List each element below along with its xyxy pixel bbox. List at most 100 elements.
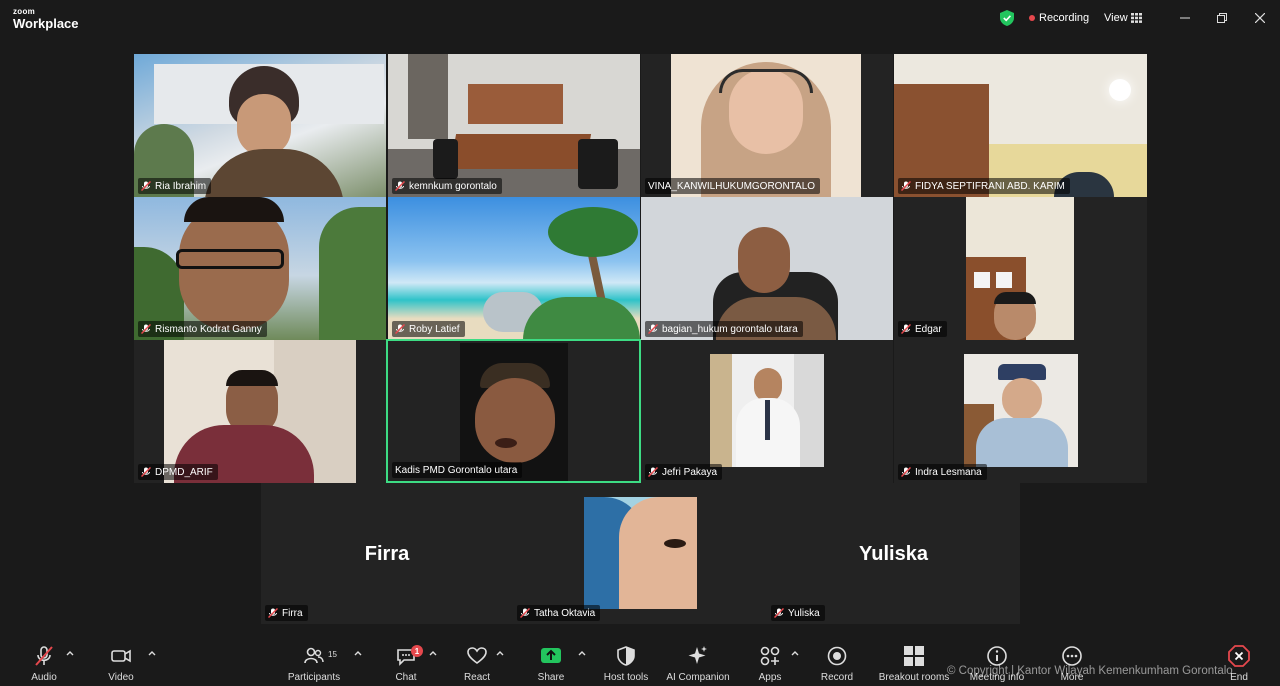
participant-name: Firra [282,607,303,619]
participant-name: Rismanto Kodrat Ganny [155,323,262,335]
audio-options-chevron-icon[interactable] [65,649,75,657]
breakout-rooms-label: Breakout rooms [878,672,950,683]
participant-nametag: DPMD_ARIF [138,464,218,480]
video-tile[interactable]: Tatha Oktavia [513,483,767,624]
video-feed [641,197,893,340]
video-tile[interactable]: bagian_hukum gorontalo utara [641,197,893,340]
minimize-button[interactable] [1176,9,1194,27]
close-icon [1255,13,1265,23]
muted-mic-icon [268,608,278,618]
participant-nametag: Indra Lesmana [898,464,987,480]
video-tile[interactable]: Jefri Pakaya [641,340,893,483]
more-button[interactable]: More [1054,637,1090,686]
video-feed [966,197,1074,340]
view-button[interactable]: View [1104,12,1128,24]
audio-button[interactable]: Audio [26,637,62,686]
muted-mic-icon [141,181,151,191]
muted-mic-icon [520,608,530,618]
share-options-chevron-icon[interactable] [577,649,587,657]
video-feed [671,54,861,197]
video-options-chevron-icon[interactable] [147,649,157,657]
participant-nametag: Rismanto Kodrat Ganny [138,321,267,337]
chat-label: Chat [395,672,417,683]
muted-mic-icon [395,324,405,334]
react-button[interactable]: React [459,637,495,686]
video-tile[interactable]: Rismanto Kodrat Ganny [134,197,386,340]
share-label: Share [537,672,565,683]
host-tools-label: Host tools [603,672,649,683]
muted-mic-icon [901,467,911,477]
apps-label: Apps [758,672,782,683]
participant-nametag: Yuliska [771,605,825,621]
audio-label: Audio [31,672,57,683]
muted-mic-icon [141,467,151,477]
participants-button[interactable]: Participants [284,637,344,686]
end-call-icon [1228,645,1250,667]
more-dots-icon [1062,646,1082,666]
record-button[interactable]: Record [819,637,855,686]
participants-options-chevron-icon[interactable] [353,649,363,657]
participant-name: Yuliska [788,607,820,619]
security-shield-icon[interactable] [1000,10,1014,26]
participants-label: Participants [287,672,341,683]
meeting-toolbar: Audio Video Participants Chat React Shar… [0,637,1280,686]
video-tile-active-speaker[interactable]: Kadis PMD Gorontalo utara [386,339,641,483]
breakout-rooms-button[interactable]: Breakout rooms [876,637,952,686]
apps-options-chevron-icon[interactable] [790,649,800,657]
muted-mic-icon [901,181,911,191]
recording-label[interactable]: Recording [1039,12,1089,24]
ai-companion-button[interactable]: AI Companion [663,637,733,686]
ai-companion-label: AI Companion [666,672,730,683]
participant-nametag: Firra [265,605,308,621]
video-feed [584,497,697,609]
video-tile[interactable]: kemnkum gorontalo [388,54,640,197]
video-feed [164,340,356,483]
chat-unread-badge: 1 [411,645,423,657]
muted-mic-icon [35,646,53,666]
video-tile[interactable]: Indra Lesmana [894,340,1147,483]
end-meeting-button[interactable]: End [1221,637,1257,686]
video-button[interactable]: Video [103,637,139,686]
participant-name: Roby Latief [409,323,460,335]
video-feed [710,354,824,467]
video-feed [964,354,1078,467]
video-label: Video [108,672,134,683]
participant-avatar-name: Firra [364,543,410,565]
participant-nametag: Tatha Oktavia [517,605,601,621]
react-options-chevron-icon[interactable] [495,649,505,657]
title-bar: zoom Workplace Recording View [0,0,1280,36]
participant-nametag: Ria Ibrahim [138,178,212,194]
close-button[interactable] [1251,9,1269,27]
participants-count: 15 [328,650,337,659]
grid-view-icon[interactable] [1131,13,1142,23]
participant-nametag: FIDYA SEPTIFRANI ABD. KARIM [898,178,1070,194]
video-tile[interactable]: Edgar [894,197,1147,340]
apps-button[interactable]: Apps [752,637,788,686]
heart-icon [467,647,487,664]
participant-nametag: Edgar [898,321,947,337]
restore-button[interactable] [1213,9,1231,27]
recording-dot-icon [1029,15,1035,21]
participant-name: Ria Ibrahim [155,180,207,192]
video-tile[interactable]: Ria Ibrahim [134,54,386,197]
participant-name: bagian_hukum gorontalo utara [662,323,798,335]
meeting-info-button[interactable]: Meeting info [966,637,1028,686]
share-button[interactable]: Share [533,637,569,686]
zoom-workplace-logo: zoom Workplace [13,8,79,31]
video-tile[interactable]: VINA_KANWILHUKUMGORONTALO [641,54,893,197]
react-label: React [463,672,491,683]
muted-mic-icon [395,181,405,191]
host-tools-button[interactable]: Host tools [600,637,652,686]
participant-name: FIDYA SEPTIFRANI ABD. KARIM [915,180,1065,192]
video-tile[interactable]: FIDYA SEPTIFRANI ABD. KARIM [894,54,1147,197]
video-tile[interactable]: Roby Latief [388,197,640,340]
participant-nametag: kemnkum gorontalo [392,178,502,194]
participant-name: Kadis PMD Gorontalo utara [395,464,518,476]
video-tile[interactable]: DPMD_ARIF [134,340,386,483]
chat-options-chevron-icon[interactable] [428,649,438,657]
participant-name: DPMD_ARIF [155,466,213,478]
avatar-tile[interactable]: Firra Firra [261,483,513,624]
avatar-tile[interactable]: Yuliska Yuliska [767,483,1020,624]
video-feed [388,54,640,197]
host-shield-icon [617,646,635,666]
